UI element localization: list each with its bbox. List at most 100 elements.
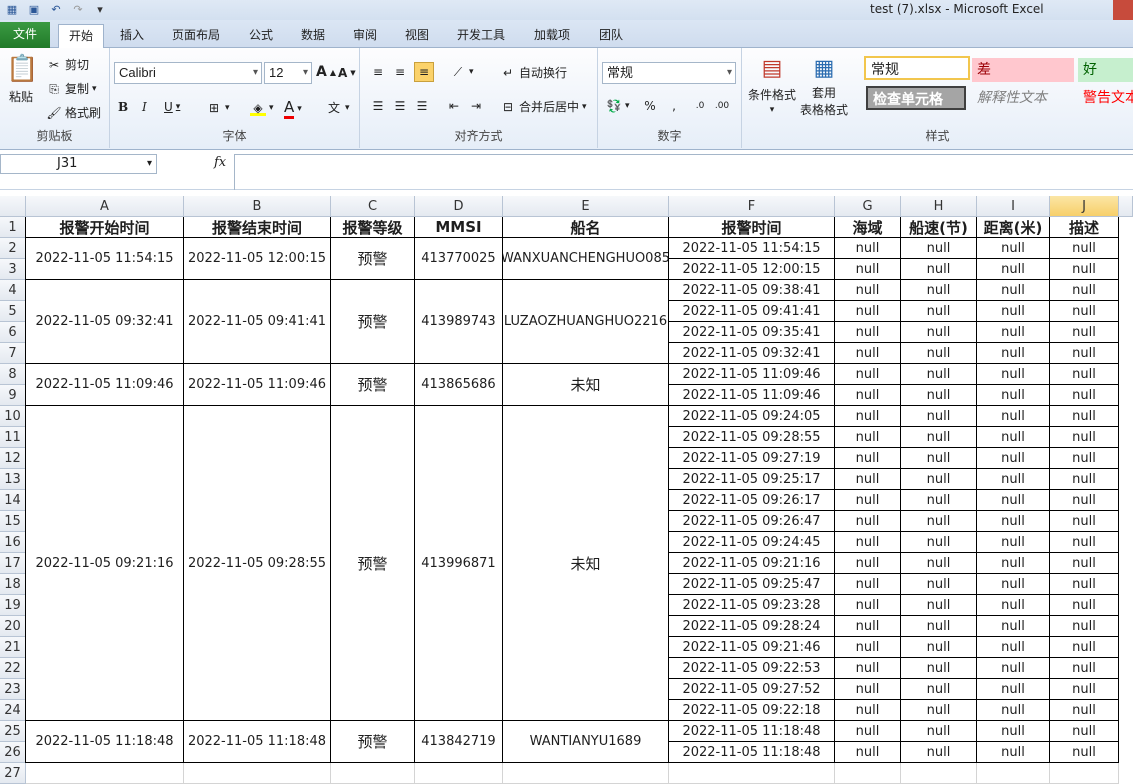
null-cell[interactable]: null [1050,259,1119,280]
alarm-time-cell[interactable]: 2022-11-05 09:38:41 [669,280,835,301]
null-cell[interactable]: null [835,469,901,490]
null-cell[interactable]: null [1050,406,1119,427]
tab-6[interactable]: 审阅 [342,24,388,48]
merged-cell-end[interactable]: 2022-11-05 11:18:48 [184,721,331,763]
italic-button[interactable]: I [142,100,147,114]
null-cell[interactable]: null [977,553,1050,574]
empty-cell[interactable] [184,763,331,784]
null-cell[interactable]: null [835,532,901,553]
null-cell[interactable]: null [1050,742,1119,763]
merged-cell-end[interactable]: 2022-11-05 12:00:15 [184,238,331,280]
alarm-time-cell[interactable]: 2022-11-05 09:26:47 [669,511,835,532]
null-cell[interactable]: null [835,490,901,511]
null-cell[interactable]: null [1050,532,1119,553]
null-cell[interactable]: null [835,679,901,700]
null-cell[interactable]: null [977,259,1050,280]
alarm-time-cell[interactable]: 2022-11-05 09:32:41 [669,343,835,364]
null-cell[interactable]: null [835,343,901,364]
alarm-time-cell[interactable]: 2022-11-05 09:26:17 [669,490,835,511]
null-cell[interactable]: null [977,637,1050,658]
merged-cell-end[interactable]: 2022-11-05 09:41:41 [184,280,331,364]
null-cell[interactable]: null [1050,574,1119,595]
null-cell[interactable]: null [977,364,1050,385]
header-cell[interactable]: 距离(米) [977,217,1050,238]
row-header[interactable]: 21 [0,637,26,658]
merged-cell-name[interactable]: WANXUANCHENGHUO085 [503,238,669,280]
font-name-combo[interactable]: Calibri [114,62,262,84]
null-cell[interactable]: null [901,238,977,259]
tab-1[interactable]: 开始 [58,24,104,48]
row-header[interactable]: 17 [0,553,26,574]
alarm-time-cell[interactable]: 2022-11-05 09:25:47 [669,574,835,595]
null-cell[interactable]: null [1050,595,1119,616]
tab-5[interactable]: 数据 [290,24,336,48]
null-cell[interactable]: null [901,448,977,469]
conditional-format-button[interactable]: ▤ 条件格式 ▾ [748,54,796,115]
alarm-time-cell[interactable]: 2022-11-05 09:23:28 [669,595,835,616]
merge-center-button[interactable]: ⊟ 合并后居中 ▾ [500,98,587,115]
empty-cell[interactable] [415,763,503,784]
merged-cell-mmsi[interactable]: 413989743 [415,280,503,364]
alarm-time-cell[interactable]: 2022-11-05 09:24:05 [669,406,835,427]
null-cell[interactable]: null [1050,448,1119,469]
empty-cell[interactable] [503,763,669,784]
header-cell[interactable]: 船速(节) [901,217,977,238]
paste-button[interactable]: 📋 粘贴 [6,52,38,105]
header-cell[interactable]: 海域 [835,217,901,238]
column-header-H[interactable]: H [901,196,977,217]
tab-10[interactable]: 团队 [588,24,634,48]
row-header[interactable]: 8 [0,364,26,385]
null-cell[interactable]: null [901,427,977,448]
null-cell[interactable]: null [901,574,977,595]
empty-cell[interactable] [901,763,977,784]
redo-icon[interactable]: ↷ [70,1,86,17]
row-header[interactable]: 18 [0,574,26,595]
alarm-time-cell[interactable]: 2022-11-05 09:27:52 [669,679,835,700]
tab-8[interactable]: 开发工具 [446,24,516,48]
null-cell[interactable]: null [901,553,977,574]
null-cell[interactable]: null [977,742,1050,763]
null-cell[interactable]: null [835,448,901,469]
style-bad[interactable]: 差 [972,58,1074,82]
row-header[interactable]: 11 [0,427,26,448]
undo-icon[interactable]: ↶ [48,1,64,17]
shrink-font-button[interactable]: A ▼ [338,66,356,80]
borders-button[interactable]: ⊞ ▾ [206,100,230,116]
row-header[interactable]: 22 [0,658,26,679]
merged-cell-level[interactable]: 预警 [331,721,415,763]
alarm-time-cell[interactable]: 2022-11-05 12:00:15 [669,259,835,280]
merged-cell-name[interactable]: WANTIANYU1689 [503,721,669,763]
null-cell[interactable]: null [1050,616,1119,637]
merged-cell-end[interactable]: 2022-11-05 11:09:46 [184,364,331,406]
merged-cell-level[interactable]: 预警 [331,238,415,280]
comma-style-button[interactable]: , [666,98,682,114]
null-cell[interactable]: null [977,511,1050,532]
null-cell[interactable]: null [977,301,1050,322]
null-cell[interactable]: null [835,574,901,595]
alarm-time-cell[interactable]: 2022-11-05 11:18:48 [669,742,835,763]
column-header-D[interactable]: D [415,196,503,217]
cut-button[interactable]: ✂ 剪切 [46,56,89,73]
merged-cell-name[interactable]: 未知 [503,406,669,721]
alarm-time-cell[interactable]: 2022-11-05 09:22:53 [669,658,835,679]
alarm-time-cell[interactable]: 2022-11-05 09:24:45 [669,532,835,553]
null-cell[interactable]: null [977,616,1050,637]
null-cell[interactable]: null [1050,343,1119,364]
tab-3[interactable]: 页面布局 [160,24,232,48]
style-warning[interactable]: 警告文本 [1078,86,1133,110]
alarm-time-cell[interactable]: 2022-11-05 09:35:41 [669,322,835,343]
null-cell[interactable]: null [835,322,901,343]
increase-decimal-button[interactable]: .0 [692,98,708,114]
alarm-time-cell[interactable]: 2022-11-05 09:28:24 [669,616,835,637]
align-left-button[interactable]: ☰ [370,98,386,114]
null-cell[interactable]: null [835,553,901,574]
null-cell[interactable]: null [901,616,977,637]
wrap-text-button[interactable]: ↵ 自动换行 [500,64,567,81]
tab-9[interactable]: 加载项 [522,24,582,48]
null-cell[interactable]: null [1050,280,1119,301]
null-cell[interactable]: null [977,595,1050,616]
empty-cell[interactable] [977,763,1050,784]
null-cell[interactable]: null [977,322,1050,343]
null-cell[interactable]: null [977,721,1050,742]
column-header-E[interactable]: E [503,196,669,217]
